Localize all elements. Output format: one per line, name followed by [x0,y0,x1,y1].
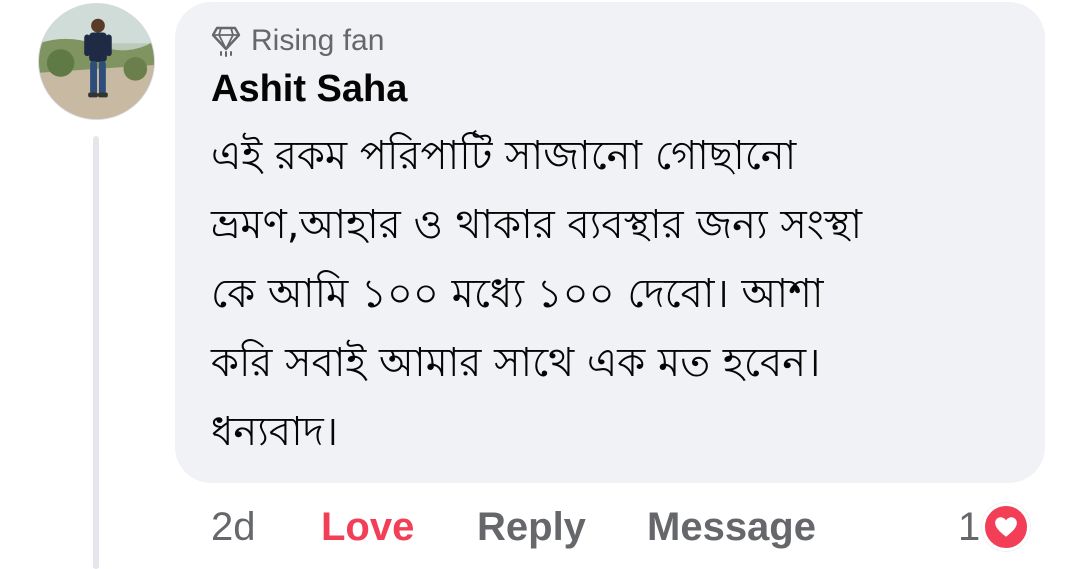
fan-badge[interactable]: Rising fan [211,24,384,58]
comment-line: করি সবাই আমার সাথে এক মত হবেন। [211,340,821,386]
reaction-summary[interactable]: 1 [958,500,1031,554]
comment-text: এই রকম পরিপাটি সাজানো গোছানো ভ্রমণ,আহার … [211,122,1031,467]
author-name[interactable]: Ashit Saha [211,68,407,111]
comment-container: Rising fan Ashit Saha এই রকম পরিপাটি সাজ… [0,0,1080,569]
heart-icon [982,503,1031,551]
comment-line: এই রকম পরিপাটি সাজানো গোছানো [211,133,797,179]
reply-button[interactable]: Reply [477,505,647,550]
love-button[interactable]: Love [321,505,477,550]
reaction-count: 1 [958,504,981,549]
comment-line: ভ্রমণ,আহার ও থাকার ব্যবস্থার জন্য সংস্থা [211,202,863,248]
thread-line [93,136,99,569]
diamond-fan-icon [211,26,241,57]
avatar[interactable] [38,3,155,120]
comment-timestamp[interactable]: 2d [211,505,321,550]
comment-line: কে আমি ১০০ মধ্যে ১০০ দেবো। আশা [211,271,824,317]
badge-label: Rising fan [251,24,385,57]
message-button[interactable]: Message [647,505,816,550]
comment-actions: 2d Love Reply Message [211,500,816,554]
comment-line: ধন্যবাদ। [211,409,339,455]
avatar-photo [39,4,154,119]
